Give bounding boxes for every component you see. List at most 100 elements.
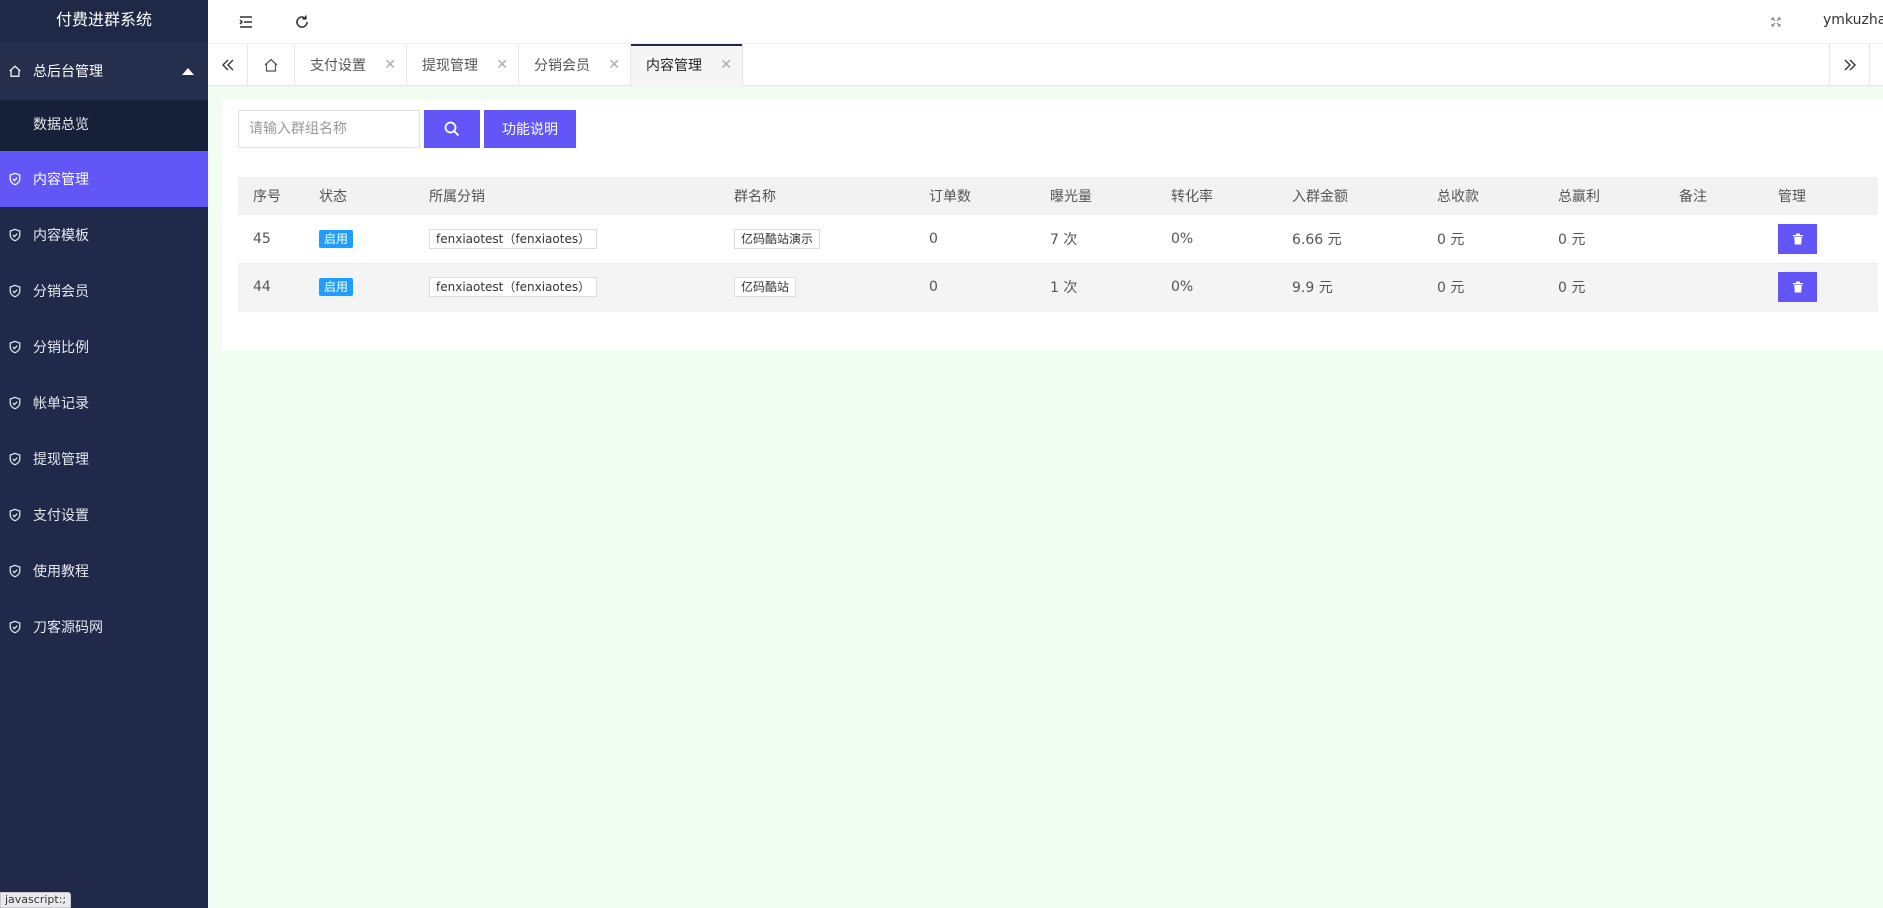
sidebar-item-label: 分销比例 [33, 340, 89, 356]
sidebar-subitem-overview[interactable]: 数据总览 [0, 100, 208, 151]
delete-button[interactable] [1778, 223, 1817, 254]
shield-icon [8, 620, 22, 634]
col-header: 群名称 [719, 177, 914, 215]
cell-remark [1664, 263, 1763, 312]
close-icon[interactable]: ✕ [496, 57, 508, 73]
delete-button[interactable] [1778, 272, 1817, 302]
refresh-icon [296, 15, 308, 28]
col-header: 状态 [304, 177, 414, 215]
sidebar-item-payment[interactable]: 支付设置 [0, 487, 208, 543]
refresh-button[interactable] [290, 10, 314, 34]
shield-icon [8, 172, 22, 186]
group-tag: 亿码酷站演示 [734, 228, 821, 249]
content-card: 请输入群组名称 功能说明 序号 状态 所属分销 群名称 订单数 曝光量 转化率 … [222, 100, 1883, 350]
status-badge: 启用 [319, 229, 354, 248]
cell-rate: 0% [1156, 215, 1277, 264]
cell-rate: 0% [1156, 263, 1277, 312]
cell-profit: 0 元 [1543, 215, 1664, 264]
tab-label: 提现管理 [422, 58, 478, 74]
fullscreen-icon [1771, 17, 1781, 27]
user-menu[interactable]: ymkuzhan [1823, 12, 1883, 28]
sidebar-group-admin[interactable]: 总后台管理 [0, 42, 208, 100]
search-icon [444, 121, 460, 137]
sidebar-item-template[interactable]: 内容模板 [0, 207, 208, 263]
app-title: 付费进群系统 [0, 0, 208, 42]
cell-group: 亿码酷站演示 [719, 215, 914, 264]
distributor-tag: fenxiaotest（fenxiaotes） [429, 277, 598, 297]
close-icon[interactable]: ✕ [720, 57, 732, 73]
close-icon[interactable]: ✕ [608, 57, 620, 73]
col-header: 入群金额 [1277, 177, 1422, 215]
cell-id: 45 [238, 215, 304, 264]
shield-icon [8, 396, 22, 410]
help-button[interactable]: 功能说明 [484, 110, 576, 148]
double-chevron-right-icon [1844, 59, 1856, 71]
indent-icon [239, 16, 252, 28]
tab-payment-settings[interactable]: 支付设置 ✕ [295, 44, 407, 86]
cell-distributor: fenxiaotest（fenxiaotes） [414, 263, 719, 312]
sidebar-item-content[interactable]: 内容管理 [0, 151, 208, 207]
sidebar-item-label: 刀客源码网 [33, 620, 103, 636]
cell-group: 亿码酷站 [719, 263, 914, 312]
tab-label: 分销会员 [534, 58, 590, 74]
distributor-tag: fenxiaotest（fenxiaotes） [429, 228, 598, 249]
content-table: 序号 状态 所属分销 群名称 订单数 曝光量 转化率 入群金额 总收款 总赢利 … [238, 177, 1878, 312]
home-icon [264, 58, 278, 72]
col-header: 管理 [1763, 177, 1878, 215]
shield-icon [8, 284, 22, 298]
trash-icon [1792, 281, 1803, 293]
tab-menu-button[interactable] [1869, 44, 1883, 86]
cell-income: 0 元 [1422, 215, 1543, 264]
search-button[interactable] [424, 110, 480, 148]
sidebar-item-members[interactable]: 分销会员 [0, 263, 208, 319]
tab-content[interactable]: 内容管理 ✕ [631, 44, 743, 86]
sidebar-item-withdraw[interactable]: 提现管理 [0, 431, 208, 487]
top-header: ymkuzhan [208, 0, 1883, 44]
cell-orders: 0 [914, 215, 1035, 264]
cell-remark [1664, 215, 1763, 264]
close-icon[interactable]: ✕ [384, 57, 396, 73]
col-header: 序号 [238, 177, 304, 215]
caret-up-icon [182, 68, 194, 75]
tab-members[interactable]: 分销会员 ✕ [519, 44, 631, 86]
col-header: 总赢利 [1543, 177, 1664, 215]
shield-icon [8, 508, 22, 522]
cell-actions [1763, 215, 1878, 264]
shield-icon [8, 340, 22, 354]
cell-amount: 9.9 元 [1277, 263, 1422, 312]
shield-icon [8, 452, 22, 466]
col-header: 总收款 [1422, 177, 1543, 215]
sidebar-item-tutorial[interactable]: 使用教程 [0, 543, 208, 599]
cell-views: 1 次 [1035, 263, 1156, 312]
table-row: 44 启用 fenxiaotest（fenxiaotes） 亿码酷站 0 1 次… [238, 263, 1878, 312]
tab-home[interactable] [248, 44, 295, 86]
table-header-row: 序号 状态 所属分销 群名称 订单数 曝光量 转化率 入群金额 总收款 总赢利 … [238, 177, 1878, 215]
double-chevron-left-icon [221, 59, 233, 71]
collapse-menu-button[interactable] [234, 10, 258, 34]
cell-distributor: fenxiaotest（fenxiaotes） [414, 215, 719, 264]
sidebar-item-source[interactable]: 刀客源码网 [0, 599, 208, 655]
search-input[interactable]: 请输入群组名称 [238, 110, 420, 148]
sidebar-item-ratio[interactable]: 分销比例 [0, 319, 208, 375]
fullscreen-button[interactable] [1764, 10, 1788, 34]
home-icon [8, 64, 22, 78]
table-row: 45 启用 fenxiaotest（fenxiaotes） 亿码酷站演示 0 7… [238, 215, 1878, 264]
tab-scroll-right-button[interactable] [1829, 44, 1869, 86]
tab-label: 内容管理 [646, 58, 702, 74]
cell-id: 44 [238, 263, 304, 312]
cell-views: 7 次 [1035, 215, 1156, 264]
tab-scroll-left-button[interactable] [208, 44, 248, 86]
sidebar-item-label: 帐单记录 [33, 396, 89, 412]
status-bar-tooltip: javascript:; [0, 892, 72, 908]
col-header: 曝光量 [1035, 177, 1156, 215]
sidebar-item-label: 支付设置 [33, 508, 89, 524]
sidebar-item-label: 提现管理 [33, 452, 89, 468]
col-header: 所属分销 [414, 177, 719, 215]
shield-icon [8, 564, 22, 578]
sidebar-item-label: 使用教程 [33, 564, 89, 580]
col-header: 转化率 [1156, 177, 1277, 215]
cell-amount: 6.66 元 [1277, 215, 1422, 264]
tab-withdraw[interactable]: 提现管理 ✕ [407, 44, 519, 86]
sidebar-item-bills[interactable]: 帐单记录 [0, 375, 208, 431]
cell-status: 启用 [304, 215, 414, 264]
